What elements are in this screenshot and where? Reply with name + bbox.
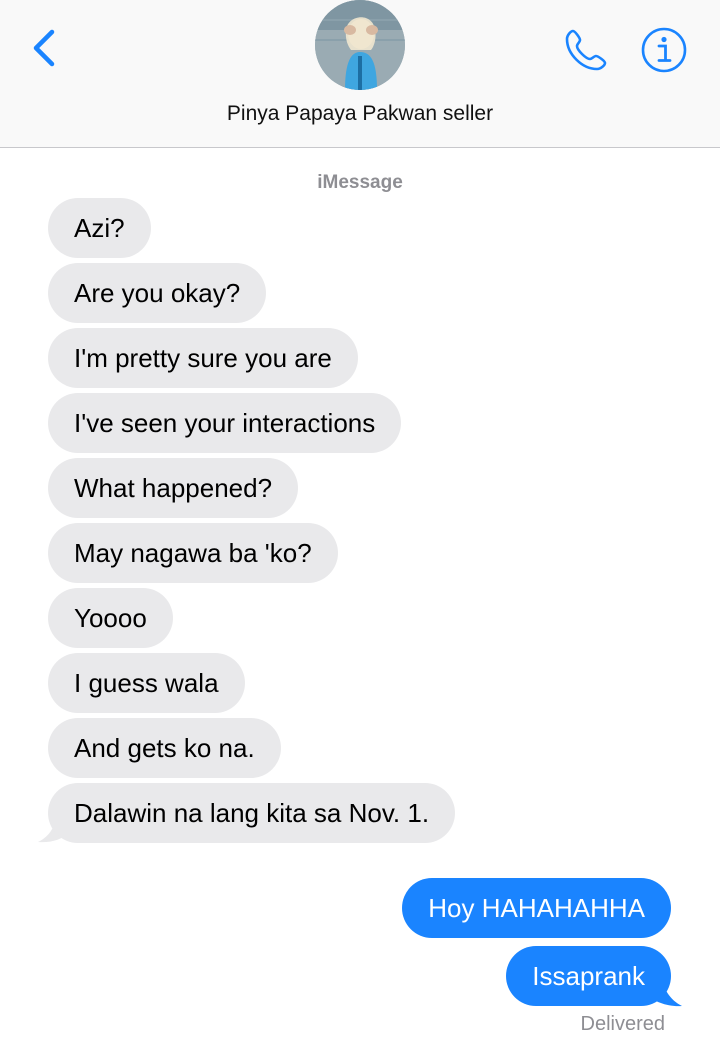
- incoming-message[interactable]: I'm pretty sure you are: [48, 328, 358, 388]
- info-button[interactable]: [640, 26, 688, 74]
- avatar[interactable]: [315, 0, 405, 90]
- incoming-message[interactable]: Are you okay?: [48, 263, 267, 323]
- incoming-message[interactable]: Yoooo: [48, 588, 173, 648]
- outgoing-message[interactable]: Hoy HAHAHAHHA: [402, 878, 671, 938]
- delivery-status: Delivered: [580, 1013, 665, 1035]
- incoming-message[interactable]: Azi?: [48, 198, 151, 258]
- outgoing-message[interactable]: Issaprank: [506, 946, 671, 1006]
- incoming-message[interactable]: What happened?: [48, 458, 299, 518]
- avatar-photo: [315, 0, 405, 90]
- incoming-message[interactable]: I guess wala: [48, 653, 245, 713]
- info-icon: [641, 27, 687, 73]
- conversation-header: Pinya Papaya Pakwan seller: [0, 0, 720, 148]
- back-button[interactable]: [26, 26, 66, 70]
- contact-name[interactable]: Pinya Papaya Pakwan seller: [0, 102, 720, 126]
- chevron-left-icon: [33, 29, 55, 67]
- incoming-message[interactable]: Dalawin na lang kita sa Nov. 1.: [48, 783, 456, 843]
- incoming-message[interactable]: And gets ko na.: [48, 718, 281, 778]
- incoming-message[interactable]: May nagawa ba 'ko?: [48, 523, 338, 583]
- service-label: iMessage: [317, 172, 403, 193]
- incoming-message[interactable]: I've seen your interactions: [48, 393, 402, 453]
- call-button[interactable]: [562, 26, 610, 74]
- phone-icon: [565, 29, 607, 71]
